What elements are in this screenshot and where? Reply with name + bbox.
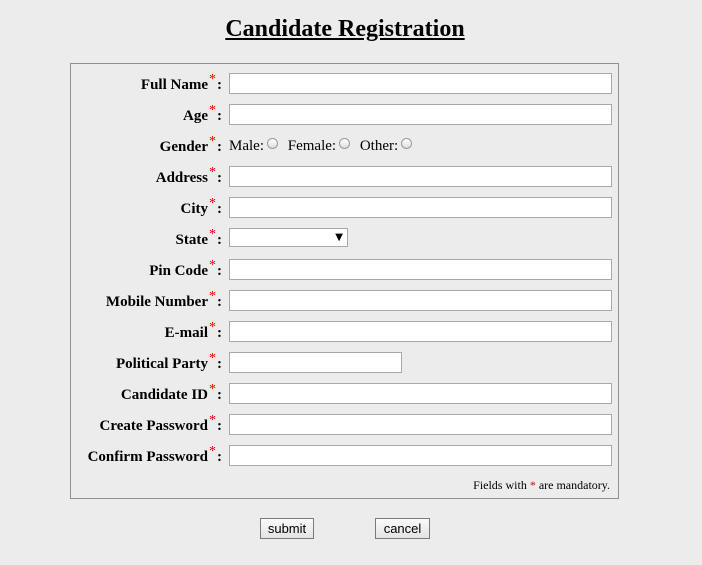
required-marker: *: [529, 478, 536, 492]
row-mobile-number: Mobile Number*:: [71, 289, 620, 312]
row-age: Age*:: [71, 103, 620, 126]
candidate-id-input[interactable]: [229, 383, 612, 404]
gender-male-label: Male:: [229, 138, 264, 154]
required-marker: *: [209, 196, 216, 211]
state-select[interactable]: ▼: [229, 228, 348, 247]
row-city: City*:: [71, 196, 620, 219]
gender-options: Male: Female: Other:: [229, 135, 418, 157]
submit-button[interactable]: submit: [260, 518, 314, 539]
email-input[interactable]: [229, 321, 612, 342]
required-marker: *: [209, 134, 216, 149]
gender-female-label: Female:: [287, 138, 337, 154]
required-marker: *: [209, 165, 216, 180]
age-input[interactable]: [229, 104, 612, 125]
gender-other-label: Other:: [359, 138, 399, 154]
row-address: Address*:: [71, 165, 620, 188]
full-name-input[interactable]: [229, 73, 612, 94]
gender-female-radio[interactable]: [339, 138, 351, 149]
row-state: State*: ▼: [71, 227, 620, 250]
row-candidate-id: Candidate ID*:: [71, 382, 620, 405]
gender-other-radio[interactable]: [401, 138, 413, 149]
create-password-input[interactable]: [229, 414, 612, 435]
row-gender: Gender*: Male: Female: Other:: [71, 134, 620, 157]
registration-form: Full Name*: Age*: Gender*: Male: Female:…: [70, 63, 619, 499]
required-marker: *: [209, 351, 216, 366]
city-input[interactable]: [229, 197, 612, 218]
required-marker: *: [209, 320, 216, 335]
chevron-down-icon: ▼: [335, 232, 343, 243]
confirm-password-input[interactable]: [229, 445, 612, 466]
political-party-input[interactable]: [229, 352, 402, 373]
label-pin-code: Pin Code*:: [149, 258, 222, 279]
required-marker: *: [209, 413, 216, 428]
label-mobile-number: Mobile Number*:: [105, 289, 222, 310]
label-email: E-mail*:: [164, 320, 222, 341]
label-candidate-id: Candidate ID*:: [120, 382, 222, 403]
label-city: City*:: [180, 196, 223, 217]
pin-code-input[interactable]: [229, 259, 612, 280]
required-marker: *: [209, 289, 216, 304]
label-full-name: Full Name*:: [140, 72, 222, 93]
required-marker: *: [209, 382, 216, 397]
row-political-party: Political Party*:: [71, 351, 620, 374]
cancel-button[interactable]: cancel: [375, 518, 430, 539]
row-create-password: Create Password*:: [71, 413, 620, 436]
row-confirm-password: Confirm Password*:: [71, 444, 620, 467]
label-political-party: Political Party*:: [115, 351, 222, 372]
mandatory-note: Fields with * are mandatory.: [473, 478, 610, 492]
label-create-password: Create Password*:: [99, 413, 222, 434]
label-confirm-password: Confirm Password*:: [87, 444, 222, 465]
label-age: Age*:: [183, 103, 222, 124]
required-marker: *: [209, 227, 216, 242]
row-email: E-mail*:: [71, 320, 620, 343]
required-marker: *: [209, 444, 216, 459]
label-state: State*:: [175, 227, 223, 248]
address-input[interactable]: [229, 166, 612, 187]
required-marker: *: [209, 72, 216, 87]
registration-page: Candidate Registration Full Name*: Age*:…: [0, 0, 702, 565]
page-title: Candidate Registration: [225, 16, 465, 42]
row-pin-code: Pin Code*:: [71, 258, 620, 281]
required-marker: *: [209, 103, 216, 118]
label-address: Address*:: [155, 165, 222, 186]
label-gender: Gender*:: [159, 134, 222, 155]
required-marker: *: [209, 258, 216, 273]
mobile-number-input[interactable]: [229, 290, 612, 311]
gender-male-radio[interactable]: [267, 138, 278, 149]
row-full-name: Full Name*:: [71, 72, 620, 95]
